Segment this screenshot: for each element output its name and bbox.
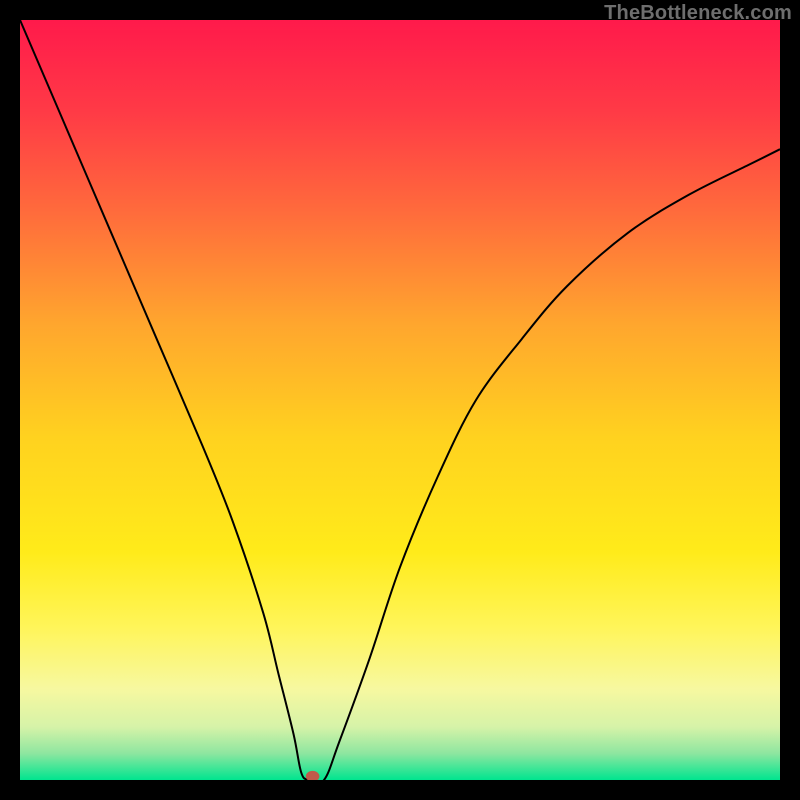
minimum-marker — [306, 771, 320, 780]
curve-layer — [20, 20, 780, 780]
plot-area — [20, 20, 780, 780]
bottleneck-curve — [20, 20, 780, 780]
chart-frame: TheBottleneck.com — [0, 0, 800, 800]
